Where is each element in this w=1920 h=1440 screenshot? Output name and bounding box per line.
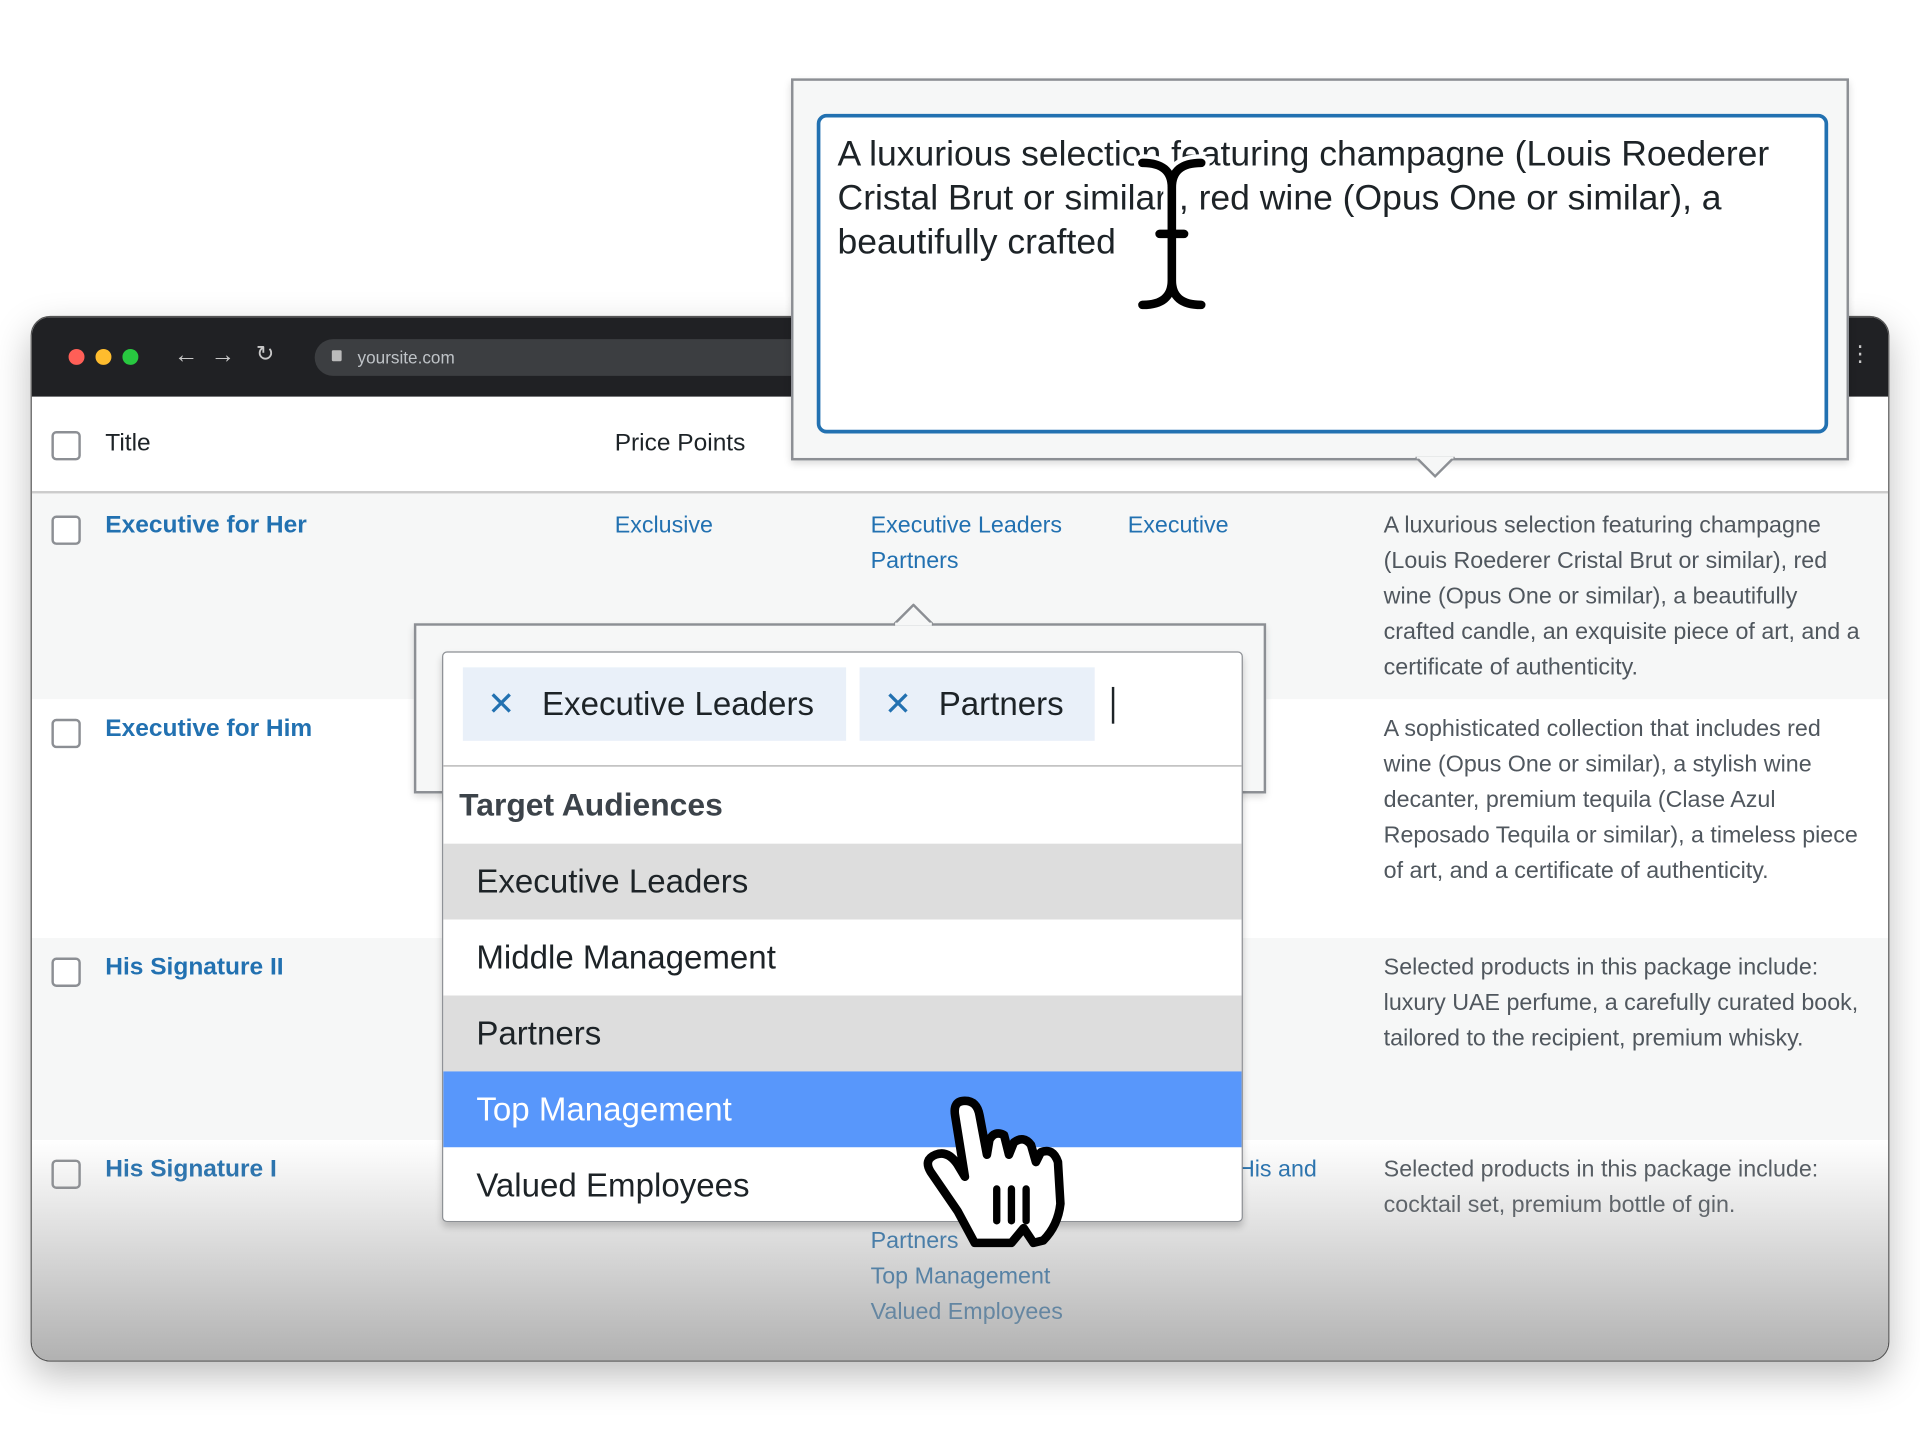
- forward-arrow-icon[interactable]: →: [211, 342, 235, 370]
- popover-pointer: [893, 603, 934, 626]
- reload-icon[interactable]: ↻: [256, 342, 274, 368]
- hand-pointer-cursor-icon: [923, 1096, 1065, 1248]
- option-top-management[interactable]: Top Management: [443, 1071, 1242, 1148]
- audience-link[interactable]: Executive Leaders: [871, 508, 1062, 544]
- audience-link[interactable]: Top Management: [871, 1259, 1051, 1295]
- option-middle-management[interactable]: Middle Management: [443, 919, 1242, 996]
- kebab-menu-icon[interactable]: ⋮: [1849, 342, 1871, 368]
- selected-tag: ✕ Partners: [859, 667, 1095, 741]
- column-title[interactable]: Title: [105, 430, 150, 458]
- option-partners[interactable]: Partners: [443, 995, 1242, 1072]
- row-title-link[interactable]: Executive for Her: [105, 508, 306, 544]
- column-price-points[interactable]: Price Points: [615, 430, 746, 458]
- row-checkbox[interactable]: [51, 1159, 81, 1189]
- tag-label: Partners: [938, 685, 1064, 723]
- stage: ← → ↻ yoursite.com ⋮ Title Price Points …: [0, 0, 1920, 1440]
- selected-tag: ✕ Executive Leaders: [462, 667, 847, 741]
- row-checkbox[interactable]: [51, 515, 81, 545]
- popover-pointer: [1415, 456, 1455, 479]
- tag-input[interactable]: ✕ Executive Leaders ✕ Partners: [443, 653, 1242, 767]
- row-description: A luxurious selection featuring champagn…: [1383, 513, 1860, 681]
- option-executive-leaders[interactable]: Executive Leaders: [443, 843, 1242, 920]
- text-caret: [1111, 686, 1115, 724]
- category-link[interactable]: Executive: [1128, 508, 1229, 544]
- row-description: A sophisticated collection that includes…: [1383, 716, 1858, 885]
- price-point-link[interactable]: Exclusive: [615, 508, 713, 544]
- row-title-link[interactable]: His Signature II: [105, 950, 283, 986]
- audience-multiselect[interactable]: ✕ Executive Leaders ✕ Partners Target Audi…: [442, 651, 1243, 1223]
- remove-tag-icon[interactable]: ✕: [884, 686, 912, 723]
- description-textarea[interactable]: A luxurious selection featuring champagn…: [816, 113, 1829, 434]
- lock-icon: [331, 350, 342, 362]
- row-checkbox[interactable]: [51, 718, 81, 749]
- tag-label: Executive Leaders: [541, 685, 814, 723]
- close-window-button[interactable]: [68, 348, 85, 365]
- maximize-window-button[interactable]: [122, 348, 139, 365]
- category-link[interactable]: His and: [1238, 1152, 1317, 1188]
- text-cursor-icon: [1133, 154, 1210, 314]
- select-all-checkbox[interactable]: [51, 431, 81, 461]
- row-title-link[interactable]: Executive for Him: [105, 711, 312, 747]
- audience-link[interactable]: Valued Employees: [871, 1294, 1063, 1330]
- audience-link[interactable]: Partners: [871, 544, 959, 580]
- back-arrow-icon[interactable]: ←: [174, 342, 198, 370]
- option-group-label: Target Audiences: [459, 786, 723, 823]
- minimize-window-button[interactable]: [95, 348, 112, 365]
- row-title-link[interactable]: His Signature I: [105, 1152, 276, 1188]
- row-description: Selected products in this package includ…: [1383, 955, 1859, 1052]
- option-valued-employees[interactable]: Valued Employees: [443, 1147, 1242, 1221]
- remove-tag-icon[interactable]: ✕: [487, 686, 515, 723]
- url-text: yoursite.com: [357, 347, 455, 368]
- row-description: Selected products in this package includ…: [1383, 1157, 1819, 1219]
- row-checkbox[interactable]: [51, 957, 81, 987]
